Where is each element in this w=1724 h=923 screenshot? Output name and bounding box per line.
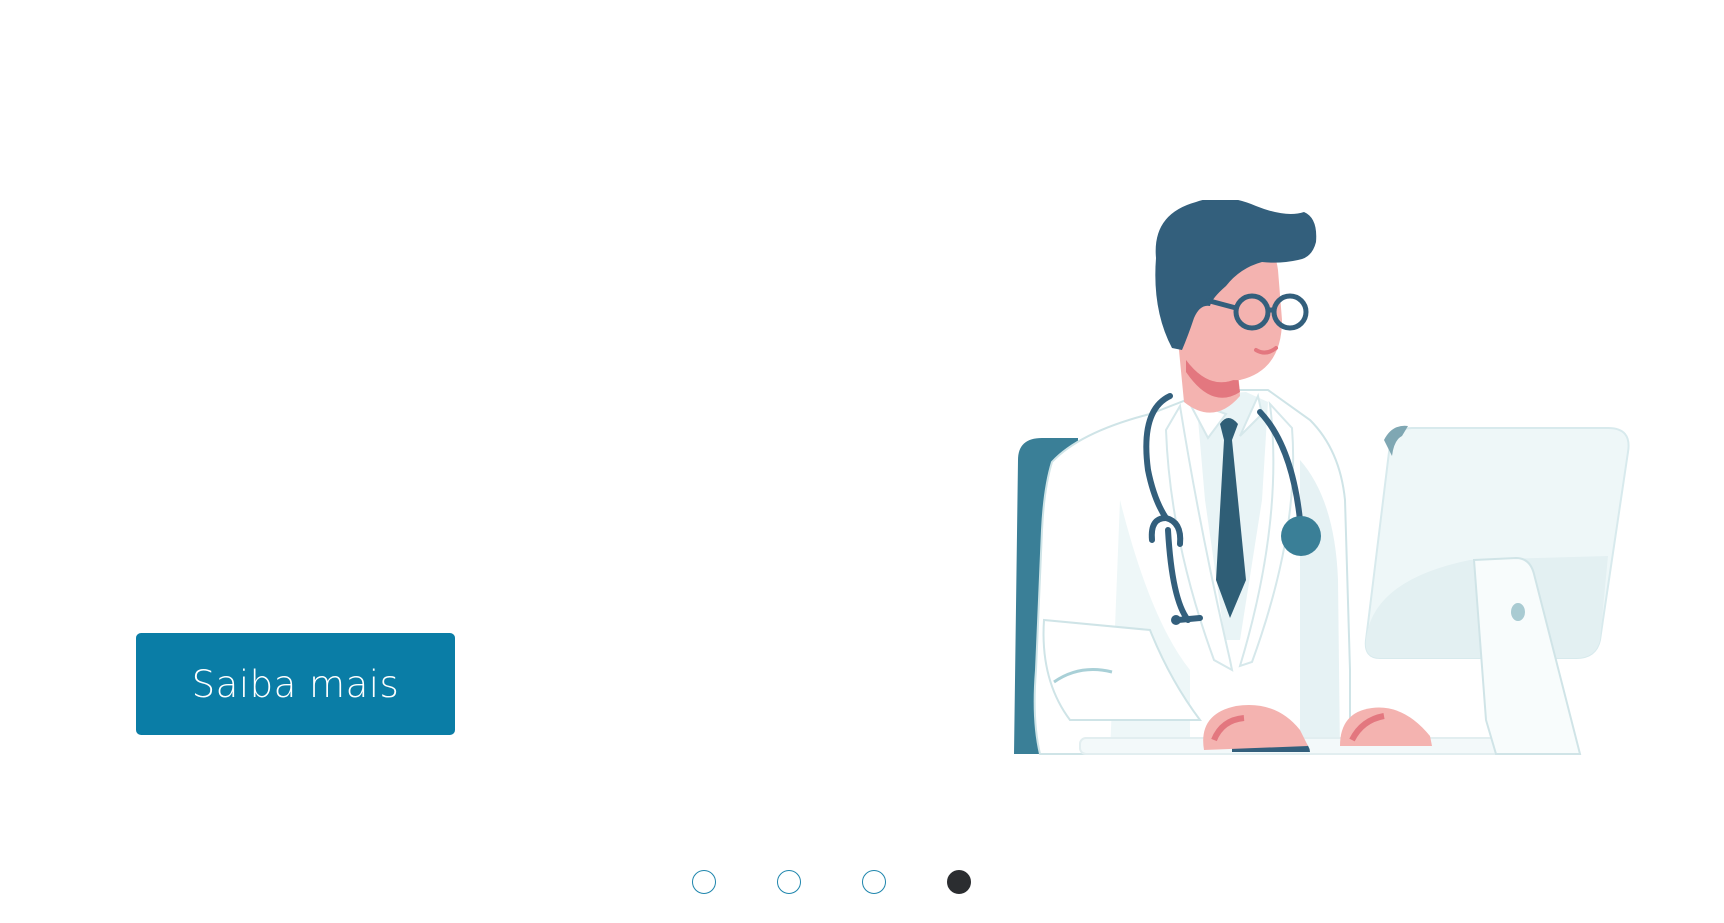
doctor-at-computer-illustration	[1014, 200, 1630, 755]
carousel-dot-4[interactable]	[947, 870, 971, 894]
carousel-dot-2[interactable]	[777, 870, 801, 894]
computer-monitor	[1364, 425, 1630, 755]
carousel-pagination	[0, 870, 1724, 900]
hero-slide: Saiba mais	[0, 0, 1724, 923]
carousel-dot-1[interactable]	[692, 870, 716, 894]
carousel-dot-3[interactable]	[862, 870, 886, 894]
saiba-mais-button[interactable]: Saiba mais	[136, 633, 455, 735]
